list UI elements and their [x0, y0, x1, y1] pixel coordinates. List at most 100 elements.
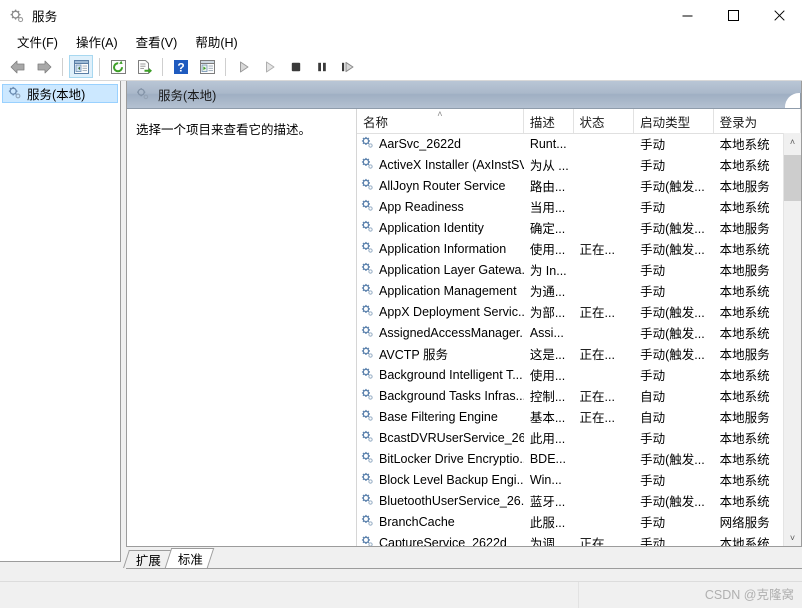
cell-service-name: ActiveX Installer (AxInstSV) — [357, 156, 524, 173]
cell-startup-type: 自动 — [640, 411, 666, 425]
table-row[interactable]: Application Layer Gatewa... 为 In... 手动 本地服务 — [357, 259, 801, 280]
table-row[interactable]: AVCTP 服务 这是... 正在... 手动(触发... 本地服务 — [357, 343, 801, 364]
stop-service-icon[interactable] — [284, 55, 308, 78]
toolbar-separator — [99, 57, 100, 76]
column-header-startup-type[interactable]: 启动类型 — [634, 109, 714, 133]
table-row[interactable]: Block Level Backup Engi... Win... 手动 本地系统 — [357, 469, 801, 490]
sidebar-item-services-local[interactable]: 服务(本地) — [2, 84, 118, 103]
cell-service-name: AVCTP 服务 — [357, 344, 524, 363]
cell-service-name: Application Identity — [357, 219, 524, 236]
service-gear-icon — [360, 135, 374, 152]
cell-description: 为 In... — [529, 264, 567, 278]
table-row[interactable]: CaptureService_2622d 为调... 正在... 手动 本地系统 — [357, 532, 801, 546]
cell-description: 路由... — [529, 180, 566, 194]
cell-service-name: BcastDVRUserService_26... — [357, 429, 524, 446]
column-header-description[interactable]: 描述 — [523, 109, 574, 133]
table-row[interactable]: Application Identity 确定... 手动(触发... 本地服务 — [357, 217, 801, 238]
scroll-down-icon[interactable]: ˅ — [784, 529, 801, 546]
start-service-icon[interactable] — [232, 55, 256, 78]
service-gear-icon — [360, 240, 374, 257]
table-row[interactable]: App Readiness 当用... 手动 本地系统 — [357, 196, 801, 217]
cell-service-name: AarSvc_2622d — [357, 135, 524, 152]
table-row[interactable]: BranchCache 此服... 手动 网络服务 — [357, 511, 801, 532]
cell-description: 为从 ... — [529, 159, 569, 173]
forward-icon[interactable] — [32, 55, 56, 78]
cell-description: 基本... — [529, 411, 566, 425]
column-header-log-on-as[interactable]: 登录为 — [713, 109, 801, 133]
cell-service-name: BluetoothUserService_26... — [357, 492, 524, 509]
service-gear-icon — [360, 303, 374, 320]
service-gear-icon — [360, 408, 374, 425]
toolbar: ? — [0, 53, 802, 81]
window-controls — [664, 0, 802, 31]
menu-help[interactable]: 帮助(H) — [186, 30, 246, 54]
table-row[interactable]: AllJoyn Router Service 路由... 手动(触发... 本地服务 — [357, 175, 801, 196]
tab-standard[interactable]: 标准 — [164, 548, 215, 568]
cell-startup-type: 手动 — [640, 537, 666, 546]
column-header-label: 登录为 — [719, 115, 758, 130]
cell-startup-type: 手动 — [640, 285, 666, 299]
table-row[interactable]: Background Tasks Infras... 控制... 正在... 自动 本地… — [357, 385, 801, 406]
cell-startup-type: 手动(触发... — [640, 453, 705, 467]
main-area: 服务(本地) 服务(本地) 选择一个项目来查看它的描述。 ˄ 名称 描述 状态 … — [0, 81, 802, 608]
service-name-label: AVCTP 服务 — [379, 348, 448, 362]
scroll-up-icon[interactable]: ˄ — [784, 133, 801, 150]
table-row[interactable]: Application Management 为通... 手动 本地系统 — [357, 280, 801, 301]
table-row[interactable]: Background Intelligent T... 使用... 手动 本地系统 — [357, 364, 801, 385]
table-row[interactable]: BluetoothUserService_26... 蓝牙... 手动(触发... 本… — [357, 490, 801, 511]
menu-view[interactable]: 查看(V) — [127, 30, 187, 54]
vertical-scrollbar[interactable]: ˄ ˅ — [783, 133, 801, 546]
column-header-status[interactable]: 状态 — [573, 109, 635, 133]
scrollbar-thumb[interactable] — [784, 155, 801, 201]
refresh-icon[interactable] — [106, 55, 130, 78]
cell-startup-type: 手动 — [640, 432, 666, 446]
column-header-label: 状态 — [579, 115, 605, 130]
service-gear-icon — [360, 366, 374, 383]
help-icon[interactable]: ? — [169, 55, 193, 78]
view-tabs: 扩展 标准 — [123, 547, 802, 569]
show-hide-console-tree-icon[interactable] — [69, 55, 93, 78]
cell-description: 为部... — [529, 306, 566, 320]
column-header-label: 启动类型 — [640, 115, 691, 130]
cell-description: 为调... — [529, 537, 566, 546]
cell-startup-type: 手动(触发... — [640, 243, 705, 257]
maximize-button[interactable] — [710, 0, 756, 31]
service-name-label: AarSvc_2622d — [379, 136, 462, 151]
sort-ascending-icon: ˄ — [437, 109, 443, 119]
table-row[interactable]: AssignedAccessManager... Assi... 手动(触发... 本… — [357, 322, 801, 343]
restart-service-icon[interactable] — [336, 55, 360, 78]
menu-file[interactable]: 文件(F) — [8, 30, 67, 54]
console-tree-pane: 服务(本地) — [0, 81, 121, 562]
service-gear-icon — [360, 219, 374, 236]
properties-icon[interactable] — [195, 55, 219, 78]
minimize-button[interactable] — [664, 0, 710, 31]
table-row[interactable]: BitLocker Drive Encryptio... BDE... 手动(触发.… — [357, 448, 801, 469]
pause-service-icon[interactable] — [310, 55, 334, 78]
cell-startup-type: 手动(触发... — [640, 306, 705, 320]
table-row[interactable]: Base Filtering Engine 基本... 正在... 自动 本地服务 — [357, 406, 801, 427]
service-name-label: AllJoyn Router Service — [379, 178, 506, 193]
table-row[interactable]: AppX Deployment Servic... 为部... 正在... 手动(触发… — [357, 301, 801, 322]
cell-description: BDE... — [529, 451, 566, 466]
service-name-label: Base Filtering Engine — [379, 409, 498, 424]
table-row[interactable]: Application Information 使用... 正在... 手动(触发..… — [357, 238, 801, 259]
resume-service-icon[interactable] — [258, 55, 282, 78]
cell-description: 此服... — [529, 516, 566, 530]
cell-startup-type: 手动(触发... — [640, 327, 705, 341]
table-row[interactable]: AarSvc_2622d Runt... 手动 本地系统 — [357, 133, 801, 154]
close-button[interactable] — [756, 0, 802, 31]
back-icon[interactable] — [6, 55, 30, 78]
cell-status: 正在... — [579, 243, 615, 257]
cell-service-name: BitLocker Drive Encryptio... — [357, 450, 524, 467]
service-name-label: Application Management — [379, 283, 517, 298]
svg-text:?: ? — [177, 60, 184, 74]
cell-startup-type: 手动(触发... — [640, 348, 705, 362]
service-description-text: 选择一个项目来查看它的描述。 — [136, 123, 312, 137]
menu-action[interactable]: 操作(A) — [67, 30, 127, 54]
export-list-icon[interactable] — [132, 55, 156, 78]
table-row[interactable]: ActiveX Installer (AxInstSV) 为从 ... 手动 本地系统 — [357, 154, 801, 175]
cell-startup-type: 手动(触发... — [640, 495, 705, 509]
column-header-name[interactable]: ˄ 名称 — [357, 109, 524, 133]
service-gear-icon — [360, 345, 374, 362]
table-row[interactable]: BcastDVRUserService_26... 此用... 手动 本地系统 — [357, 427, 801, 448]
